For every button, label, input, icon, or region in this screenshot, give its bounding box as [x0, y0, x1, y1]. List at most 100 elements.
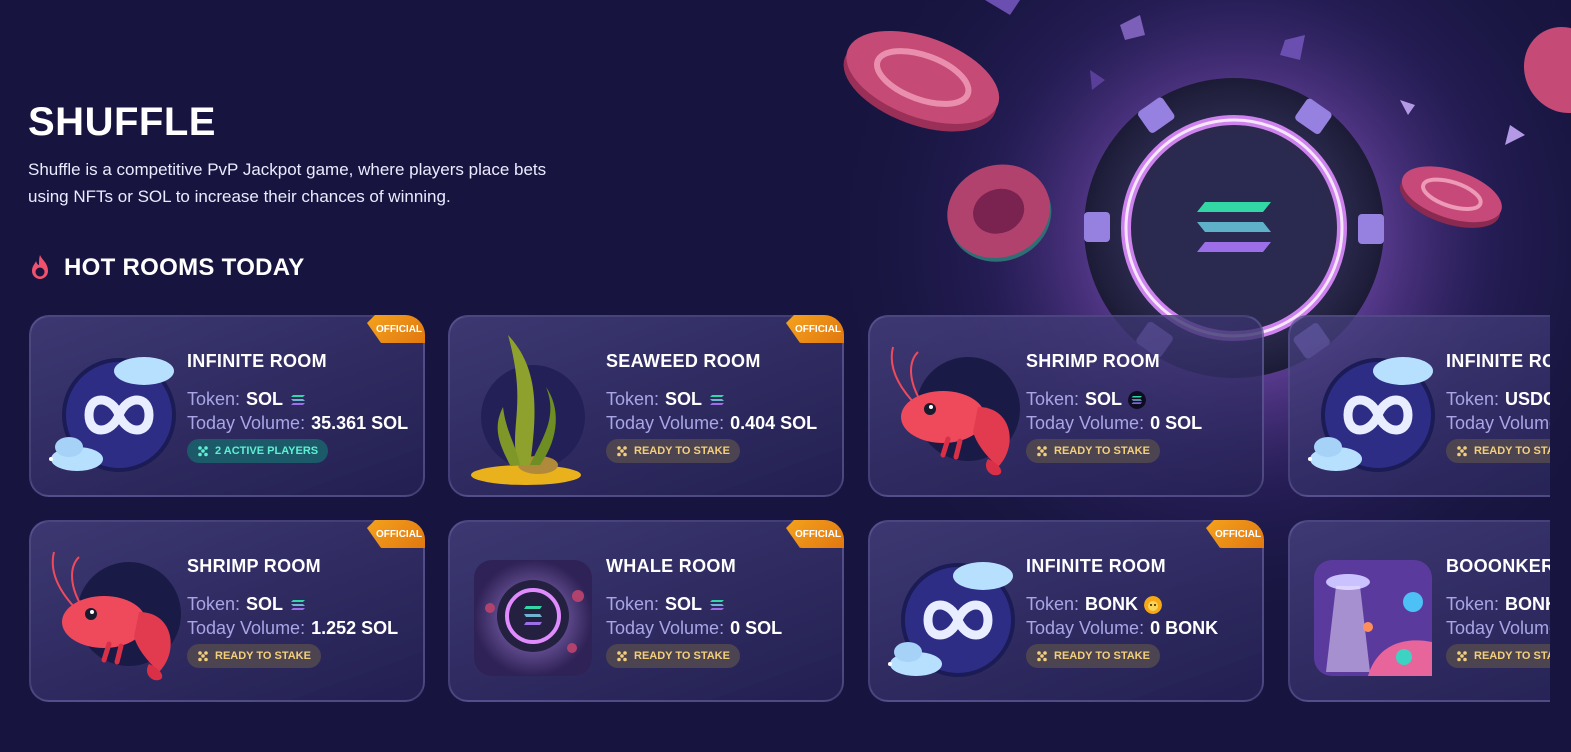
token-label: Token: — [187, 594, 241, 614]
official-badge: OFFICIAL — [1206, 520, 1264, 548]
room-card[interactable]: OFFICIAL INFINITE ROOM Token: BONK Today … — [868, 520, 1264, 702]
room-name: INFINITE ROOM — [1026, 556, 1166, 576]
token-value: SOL — [665, 594, 703, 614]
players-icon — [1037, 446, 1047, 457]
token-value: USDC — [1505, 389, 1550, 409]
volume-label: Today Volume: — [606, 618, 725, 638]
room-card[interactable]: OFFICIAL INFINITE ROOM Token: SOL Today V… — [29, 315, 425, 497]
space-ufo-icon — [1308, 552, 1438, 682]
token-value: SOL — [246, 389, 284, 409]
room-token: Token: USDC — [1446, 389, 1550, 410]
token-value: SOL — [246, 594, 284, 614]
room-token: Token: SOL — [606, 389, 726, 410]
players-icon — [617, 446, 627, 457]
official-badge: OFFICIAL — [786, 315, 844, 343]
status-text: READY TO STAKE — [215, 650, 311, 662]
room-name: WHALE ROOM — [606, 556, 736, 576]
volume-label: Today Volume: — [1026, 618, 1145, 638]
hot-rooms-grid: OFFICIAL INFINITE ROOM Token: SOL Today V… — [0, 0, 1550, 752]
status-badge: READY TO STAKE — [606, 644, 740, 668]
players-icon — [1037, 651, 1047, 662]
token-value: SOL — [1085, 389, 1123, 409]
bonk-icon — [1144, 595, 1163, 614]
room-name: INFINITE ROO — [1446, 351, 1550, 371]
volume-label: Today Volume: — [606, 413, 725, 433]
volume-value: 0.404 SOL — [730, 413, 818, 433]
players-icon — [198, 651, 208, 662]
official-badge: OFFICIAL — [786, 520, 844, 548]
status-badge: READY TO STAKE — [187, 644, 321, 668]
status-text: READY TO STAKE — [1054, 445, 1150, 457]
volume-value: 35.361 SOL — [311, 413, 409, 433]
room-name: SHRIMP ROOM — [187, 556, 321, 576]
room-name: SEAWEED ROOM — [606, 351, 761, 371]
status-badge: 2 ACTIVE PLAYERS — [187, 439, 329, 463]
token-label: Token: — [1446, 389, 1500, 409]
official-badge: OFFICIAL — [367, 520, 425, 548]
casino-chip-space-icon — [468, 552, 598, 682]
room-name: INFINITE ROOM — [187, 351, 327, 371]
room-token: Token: SOL — [187, 389, 307, 410]
infinite-planet-icon — [888, 552, 1018, 682]
status-text: READY TO STAKE — [1054, 650, 1150, 662]
token-value: BONK — [1085, 594, 1139, 614]
volume-label: Today Volume: — [1026, 413, 1145, 433]
players-icon — [198, 446, 208, 457]
room-token: Token: BONK — [1446, 594, 1550, 615]
token-value: SOL — [665, 389, 703, 409]
room-name: BOOONKERS — [1446, 556, 1550, 576]
volume-value: 0 SOL — [730, 618, 783, 638]
status-text: READY TO STAKE — [634, 445, 730, 457]
room-name: SHRIMP ROOM — [1026, 351, 1160, 371]
status-badge: READY TO STAKE — [1026, 644, 1160, 668]
status-badge: READY TO STAKE — [606, 439, 740, 463]
room-token: Token: SOL — [1026, 389, 1147, 410]
room-token: Token: SOL — [187, 594, 307, 615]
room-card[interactable]: BOOONKERS Token: BONK Today Volume: READ… — [1288, 520, 1550, 702]
room-card[interactable]: OFFICIAL WHALE ROOM Token: SOL Today Volu… — [448, 520, 844, 702]
volume-value: 0 BONK — [1150, 618, 1219, 638]
status-badge: READY TO STAKE — [1026, 439, 1160, 463]
token-label: Token: — [187, 389, 241, 409]
status-text: READY TO STAK — [1474, 650, 1550, 662]
solana-icon — [710, 599, 725, 610]
room-volume: Today Volume: — [1446, 618, 1550, 639]
room-volume: Today Volume: 0 BONK — [1026, 618, 1218, 639]
volume-label: Today Volume: — [1446, 413, 1550, 433]
token-label: Token: — [606, 594, 660, 614]
seaweed-icon — [468, 335, 598, 485]
room-card[interactable]: INFINITE ROO Token: USDC Today Volume: R… — [1288, 315, 1550, 497]
solana-icon — [291, 599, 306, 610]
volume-label: Today Volume: — [187, 618, 306, 638]
token-label: Token: — [1026, 389, 1080, 409]
token-value: BONK — [1505, 594, 1550, 614]
players-icon — [617, 651, 627, 662]
room-volume: Today Volume: 0 SOL — [1026, 413, 1202, 434]
room-volume: Today Volume: 1.252 SOL — [187, 618, 398, 639]
players-icon — [1457, 446, 1467, 457]
status-text: 2 ACTIVE PLAYERS — [215, 445, 319, 457]
volume-label: Today Volume: — [1446, 618, 1550, 638]
room-volume: Today Volume: 0.404 SOL — [606, 413, 817, 434]
room-card[interactable]: SHRIMP ROOM Token: SOL Today Volume: 0 S… — [868, 315, 1264, 497]
infinite-planet-icon — [1308, 347, 1438, 477]
room-token: Token: SOL — [606, 594, 726, 615]
token-label: Token: — [606, 389, 660, 409]
room-volume: Today Volume: 0 SOL — [606, 618, 782, 639]
room-volume: Today Volume: 35.361 SOL — [187, 413, 408, 434]
shrimp-icon — [888, 346, 1020, 477]
room-card[interactable]: OFFICIAL SHRIMP ROOM Token: SOL Today Vol… — [29, 520, 425, 702]
token-label: Token: — [1446, 594, 1500, 614]
room-volume: Today Volume: — [1446, 413, 1550, 434]
volume-value: 0 SOL — [1150, 413, 1203, 433]
solana-icon — [710, 394, 725, 405]
volume-label: Today Volume: — [187, 413, 306, 433]
room-card[interactable]: OFFICIAL SEAWEED ROOM Token: SOL Today Vo… — [448, 315, 844, 497]
official-badge: OFFICIAL — [367, 315, 425, 343]
shrimp-icon — [49, 551, 181, 682]
players-icon — [1457, 651, 1467, 662]
status-text: READY TO STAKE — [634, 650, 730, 662]
solana-dark-icon — [1128, 390, 1147, 409]
status-badge: READY TO STAK — [1446, 439, 1550, 463]
solana-icon — [291, 394, 306, 405]
